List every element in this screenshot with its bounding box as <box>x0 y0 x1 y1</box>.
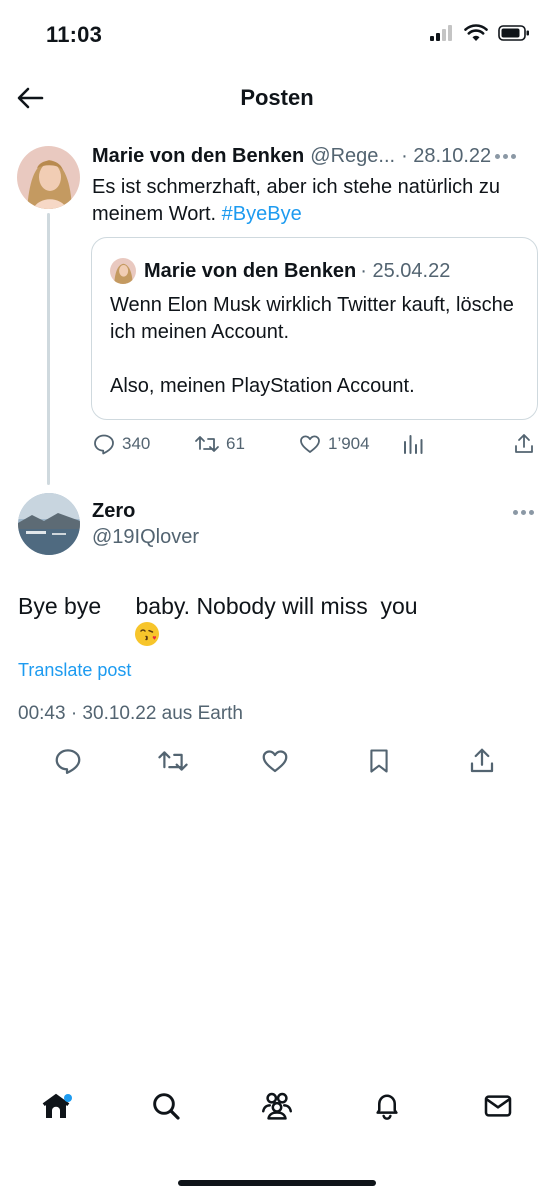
tab-communities[interactable] <box>257 1086 297 1126</box>
avatar-marie[interactable] <box>17 146 80 209</box>
quoted-line-2: Also, meinen PlayStation Account. <box>110 375 415 397</box>
battery-icon <box>498 25 529 41</box>
reply-actions <box>0 745 554 781</box>
repost-button[interactable] <box>157 745 189 777</box>
bookmark-button[interactable] <box>363 745 395 777</box>
translate-post-link[interactable]: Translate post <box>18 660 131 681</box>
parent-post-header: Marie von den Benken @Rege... · 28.10.22 <box>92 145 536 168</box>
quoted-post-text: Wenn Elon Musk wirklich Twitter kauft, l… <box>110 292 520 400</box>
status-time: 11:03 <box>46 22 103 47</box>
home-notification-dot <box>64 1094 72 1102</box>
reply-more-options-icon[interactable] <box>513 510 534 515</box>
heart-icon <box>300 435 320 453</box>
quoted-post-header: Marie von den Benken · 25.04.22 <box>110 258 450 284</box>
wifi-icon <box>464 24 488 41</box>
like-count: 1’904 <box>328 434 370 453</box>
avatar-zero[interactable] <box>18 493 80 555</box>
heart-icon <box>262 750 288 773</box>
share-button[interactable] <box>466 745 498 777</box>
reply-icon <box>94 434 114 455</box>
post-date[interactable]: · 28.10.22 <box>401 145 491 168</box>
share-action[interactable] <box>512 432 536 456</box>
reply-text-before: Bye bye <box>18 593 108 619</box>
repost-count: 61 <box>226 434 245 453</box>
home-indicator[interactable] <box>178 1180 376 1186</box>
analytics-icon <box>404 435 423 454</box>
bell-icon <box>376 1094 398 1120</box>
page-title: Posten <box>240 85 314 110</box>
tab-search[interactable] <box>146 1086 186 1126</box>
avatar-portrait-image <box>17 146 80 209</box>
views-action[interactable] <box>402 432 424 456</box>
reply-text: Bye bye baby. Nobody will miss you <box>18 593 418 646</box>
thread-line <box>47 213 50 485</box>
reply-author-handle[interactable]: @19IQlover <box>92 526 199 549</box>
tab-home[interactable] <box>36 1086 76 1126</box>
cellular-signal-icon <box>430 25 452 41</box>
quoted-post[interactable]: Marie von den Benken · 25.04.22 Wenn Elo… <box>91 237 538 420</box>
bookmark-icon <box>370 749 388 773</box>
kissing-face-emoji-icon <box>109 594 160 646</box>
share-icon <box>515 434 533 453</box>
status-bar: 11:03 <box>0 0 554 70</box>
like-button[interactable] <box>259 745 291 777</box>
status-icons <box>430 24 530 42</box>
reply-icon <box>55 749 81 774</box>
repost-action[interactable]: 61 <box>194 432 245 456</box>
more-options-icon[interactable] <box>495 154 516 159</box>
communities-icon <box>262 1092 292 1120</box>
bottom-tab-bar <box>0 1086 554 1146</box>
post-metadata: 00:43 · 30.10.22 aus Earth <box>18 703 243 724</box>
parent-post-text: Es ist schmerzhaft, aber ich stehe natür… <box>92 174 537 228</box>
avatar-landscape-image <box>18 493 80 555</box>
hashtag-link[interactable]: #ByeBye <box>222 203 302 225</box>
like-action[interactable]: 1’904 <box>298 432 370 456</box>
reply-button[interactable] <box>52 745 84 777</box>
reply-text-after: baby. Nobody will miss you <box>135 593 418 619</box>
author-name[interactable]: Marie von den Benken <box>92 145 304 168</box>
repost-icon <box>158 751 188 771</box>
reply-count: 340 <box>122 434 151 453</box>
reply-action[interactable]: 340 <box>92 432 150 456</box>
quoted-line-1: Wenn Elon Musk wirklich Twitter kauft, l… <box>110 294 514 343</box>
quoted-date: · 25.04.22 <box>360 259 451 282</box>
quoted-author-name: Marie von den Benken <box>144 259 357 282</box>
share-icon <box>470 748 494 773</box>
author-handle[interactable]: @Rege... <box>310 145 395 168</box>
mail-icon <box>484 1095 512 1117</box>
reply-author-name[interactable]: Zero <box>92 500 135 523</box>
tab-messages[interactable] <box>478 1086 518 1126</box>
tab-notifications[interactable] <box>367 1086 407 1126</box>
nav-header: Posten <box>0 76 554 122</box>
search-icon <box>153 1093 180 1120</box>
parent-post-actions: 340 61 1’904 <box>92 428 538 460</box>
avatar-portrait-image <box>110 258 136 284</box>
repost-icon <box>195 436 219 452</box>
quoted-avatar <box>110 258 136 284</box>
